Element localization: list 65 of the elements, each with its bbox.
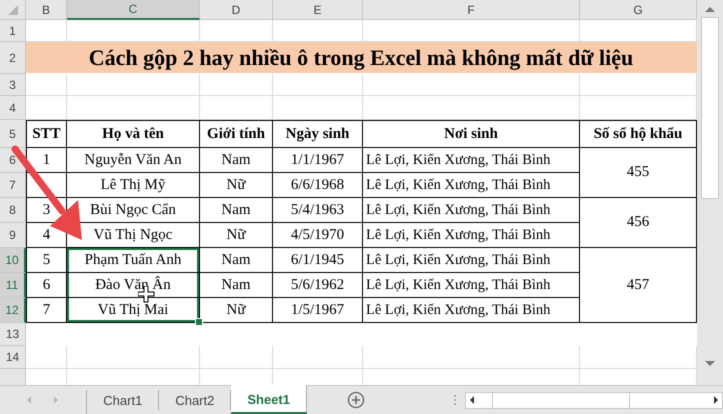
table-cell: Lê Lợi, Kiến Xương, Thái Bình bbox=[363, 148, 580, 173]
table-cell: 1/5/1967 bbox=[273, 298, 363, 323]
table-cell: Nữ bbox=[200, 173, 273, 198]
column-header[interactable]: B bbox=[26, 0, 67, 20]
table-cell: Nam bbox=[200, 273, 273, 298]
row-header[interactable]: 3 bbox=[0, 74, 26, 96]
table-cell: Nguyễn Văn An bbox=[67, 148, 200, 173]
column-heading[interactable]: Nơi sinh bbox=[363, 120, 580, 148]
table-cell: 5/4/1963 bbox=[273, 198, 363, 223]
table-cell: Nữ bbox=[200, 223, 273, 248]
row-header[interactable]: 14 bbox=[0, 346, 26, 369]
column-heading[interactable]: Ngày sinh bbox=[273, 120, 363, 148]
row-header[interactable]: 4 bbox=[0, 96, 26, 120]
table-cell: Phạm Tuấn Anh bbox=[67, 248, 200, 273]
column-header[interactable]: G bbox=[580, 0, 697, 20]
table-cell: Lê Lợi, Kiến Xương, Thái Bình bbox=[363, 223, 580, 248]
column-header[interactable]: E bbox=[273, 0, 363, 20]
table-cell: Nam bbox=[200, 198, 273, 223]
table-cell: 7 bbox=[26, 298, 67, 323]
table-cell: Nam bbox=[200, 148, 273, 173]
corner-triangle-icon bbox=[6, 2, 20, 16]
table-cell: 1 bbox=[26, 148, 67, 173]
fill-handle[interactable] bbox=[195, 318, 203, 326]
row-header[interactable]: 7 bbox=[0, 173, 26, 198]
column-header[interactable]: D bbox=[200, 0, 273, 20]
table-cell: Lê Lợi, Kiến Xương, Thái Bình bbox=[363, 298, 580, 323]
row-header[interactable]: 13 bbox=[0, 323, 26, 346]
table-cell: Nữ bbox=[200, 298, 273, 323]
sheet-title: Cách gộp 2 hay nhiều ô trong Excel mà không mất dữ liệu bbox=[26, 42, 697, 74]
table-cell: Nam bbox=[200, 248, 273, 273]
table-cell: Lê Lợi, Kiến Xương, Thái Bình bbox=[363, 273, 580, 298]
row-header[interactable]: 12 bbox=[0, 298, 26, 323]
table-cell: 6/6/1968 bbox=[273, 173, 363, 198]
vertical-scrollbar[interactable] bbox=[697, 0, 723, 385]
sheet-tab[interactable]: Chart1 bbox=[87, 390, 160, 410]
row-header[interactable]: 2 bbox=[0, 42, 26, 74]
table-cell: Lê Lợi, Kiến Xương, Thái Bình bbox=[363, 198, 580, 223]
table-cell: Lê Lợi, Kiến Xương, Thái Bình bbox=[363, 173, 580, 198]
horizontal-scrollbar[interactable] bbox=[465, 392, 723, 408]
table-cell: Vũ Thị Mai bbox=[67, 298, 200, 323]
table-cell: 1/1/1967 bbox=[273, 148, 363, 173]
table-cell: 4/5/1970 bbox=[273, 223, 363, 248]
column-heading[interactable]: STT bbox=[26, 120, 67, 148]
scrollbar-thumb[interactable] bbox=[701, 17, 719, 199]
column-header[interactable]: F bbox=[363, 0, 580, 20]
table-cell: 5/6/1962 bbox=[273, 273, 363, 298]
row-header[interactable]: 11 bbox=[0, 273, 26, 298]
row-header[interactable]: 1 bbox=[0, 20, 26, 42]
table-cell: 6/1/1945 bbox=[273, 248, 363, 273]
scroll-right-icon bbox=[51, 394, 61, 406]
sheet-tab[interactable]: Sheet1 bbox=[231, 385, 307, 414]
more-icon bbox=[453, 393, 457, 407]
table-cell: 6 bbox=[26, 273, 67, 298]
row-header[interactable]: 8 bbox=[0, 198, 26, 223]
table-cell: Lê Lợi, Kiến Xương, Thái Bình bbox=[363, 248, 580, 273]
column-heading[interactable]: Số sổ hộ khẩu bbox=[580, 120, 697, 148]
column-heading[interactable]: Giới tính bbox=[200, 120, 273, 148]
row-header[interactable]: 10 bbox=[0, 248, 26, 273]
row-header[interactable]: 5 bbox=[0, 120, 26, 148]
table-cell: 5 bbox=[26, 248, 67, 273]
column-heading[interactable]: Họ và tên bbox=[67, 120, 200, 148]
column-header[interactable]: C bbox=[67, 0, 200, 20]
table-cell: Lê Thị Mỹ bbox=[67, 173, 200, 198]
row-header[interactable]: 9 bbox=[0, 223, 26, 248]
add-sheet-icon[interactable] bbox=[347, 391, 365, 409]
